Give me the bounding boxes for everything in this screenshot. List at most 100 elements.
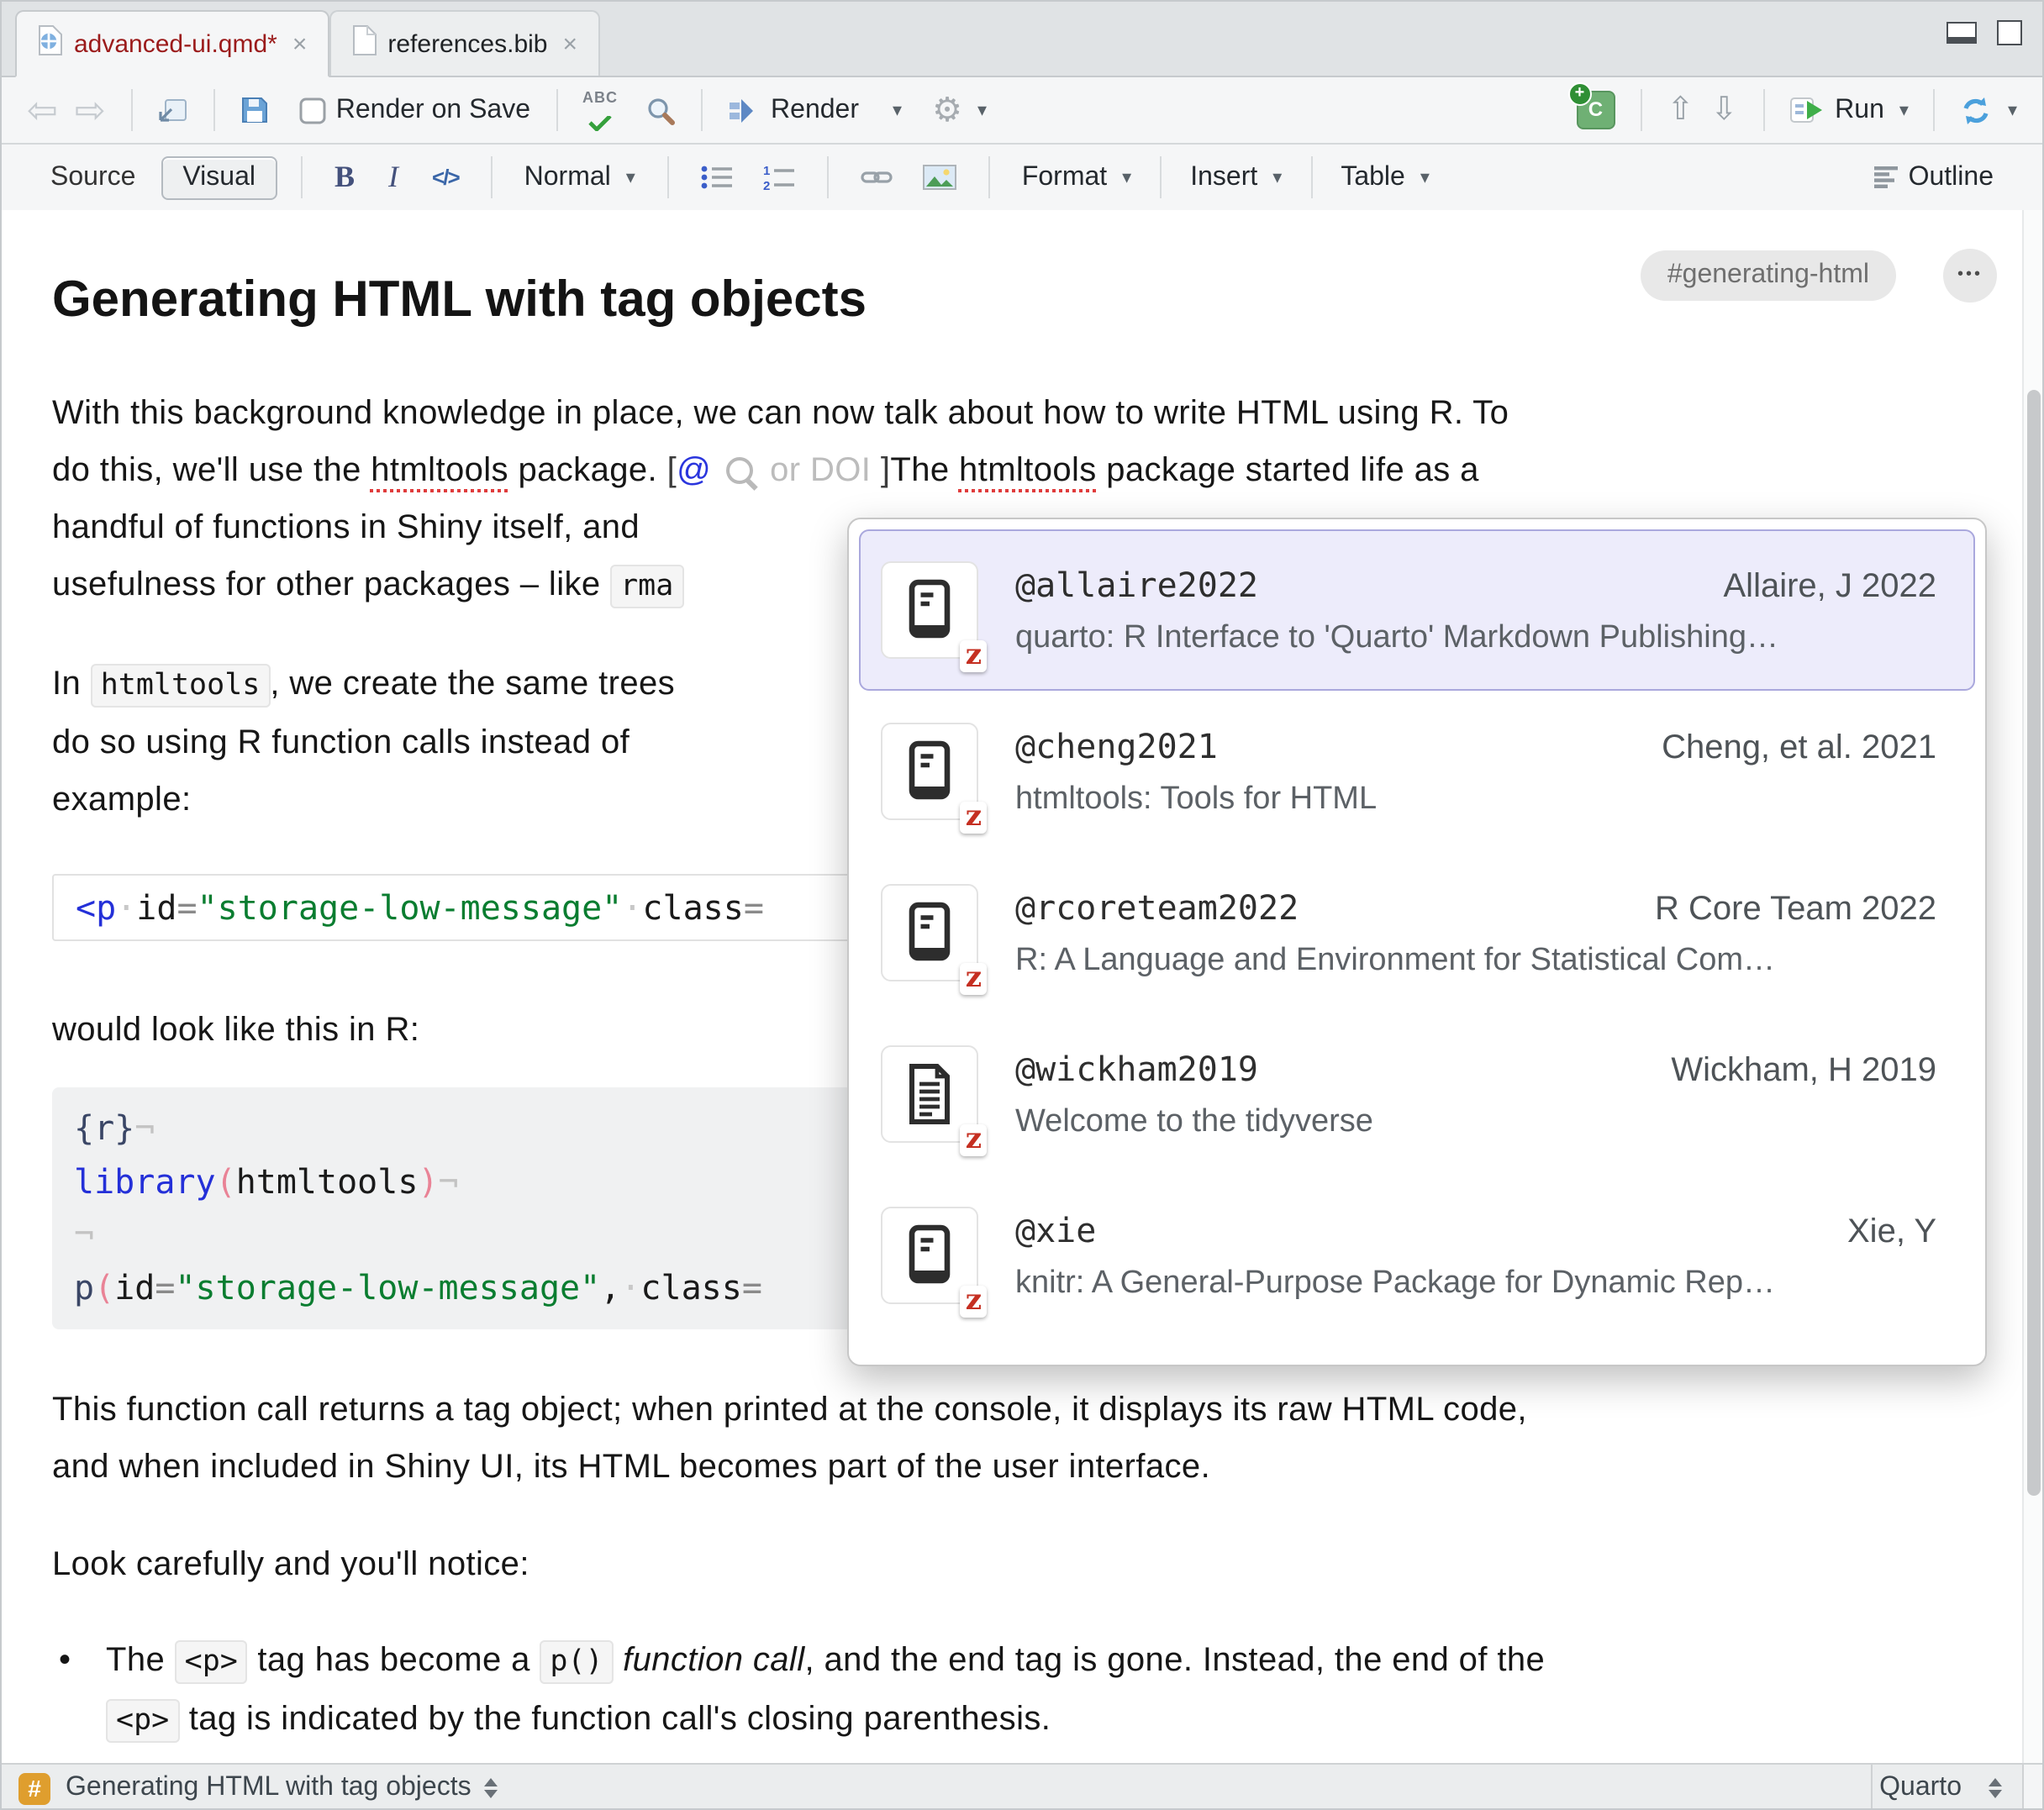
status-section-label[interactable]: Generating HTML with tag objects — [66, 1773, 471, 1803]
insert-chunk-icon: +C — [1576, 91, 1615, 129]
numbered-list-icon[interactable]: 12 — [755, 165, 803, 190]
rerun-button[interactable]: ▾ — [1952, 95, 2026, 125]
save-icon[interactable] — [232, 96, 277, 124]
render-options-button[interactable]: ⚙ ▾ — [924, 93, 995, 127]
citation-item[interactable]: z@wickham2019Wickham, H 2019Welcome to t… — [859, 1013, 1975, 1175]
close-icon[interactable]: × — [563, 29, 578, 58]
chevron-down-icon: ▾ — [1420, 166, 1430, 188]
close-icon[interactable]: × — [292, 29, 308, 58]
file-icon — [350, 25, 376, 62]
format-menu[interactable]: Format ▾ — [1014, 162, 1140, 192]
text-line: <p> tag is indicated by the function cal… — [106, 1691, 1545, 1749]
chevron-down-icon[interactable]: ▾ — [2008, 99, 2017, 121]
find-icon[interactable] — [636, 95, 683, 125]
run-button[interactable]: Run ▾ — [1781, 95, 1917, 125]
book-icon: z — [881, 561, 978, 659]
scrollbar-thumb[interactable] — [2027, 390, 2041, 1496]
svg-text:1: 1 — [763, 165, 770, 178]
dot-run: · — [622, 887, 642, 928]
maximize-icon[interactable] — [1997, 20, 2022, 45]
divider — [1640, 89, 1641, 131]
italic-icon[interactable]: I — [380, 160, 407, 195]
image-icon[interactable] — [914, 165, 965, 190]
k-run: id — [114, 1266, 155, 1307]
run-label: Run — [1835, 95, 1884, 125]
dot-run: · — [620, 1266, 640, 1307]
citation-item[interactable]: z@rcoreteam2022R Core Team 2022R: A Lang… — [859, 852, 1975, 1013]
text-run: example: — [52, 781, 192, 818]
outline-toggle[interactable]: Outline — [1867, 162, 2002, 192]
zotero-badge-icon: z — [961, 963, 987, 995]
chevron-down-icon[interactable]: ▾ — [977, 99, 987, 121]
source-mode-button[interactable]: Source — [42, 162, 144, 192]
divider — [301, 156, 303, 198]
gear-icon[interactable]: ⚙ — [932, 93, 962, 127]
back-icon[interactable]: ⇦ — [18, 92, 66, 129]
at-run: @ — [677, 452, 711, 489]
text-run: With this background knowledge in place,… — [52, 395, 1509, 432]
tab-references-bib[interactable]: references.bib × — [329, 10, 599, 76]
table-menu[interactable]: Table ▾ — [1332, 162, 1438, 192]
k-run: htmltools — [236, 1160, 419, 1201]
text-run: package. — [508, 452, 667, 489]
section-menu-button[interactable]: ••• — [1943, 249, 1997, 303]
bullet-text: The <p> tag has become a p() function ca… — [106, 1632, 1545, 1749]
insert-menu[interactable]: Insert ▾ — [1182, 162, 1290, 192]
text-line: The <p> tag has become a p() function ca… — [106, 1632, 1545, 1691]
text-line: This function call returns a tag object;… — [52, 1381, 2044, 1439]
citation-item[interactable]: z@allaire2022Allaire, J 2022quarto: R In… — [859, 529, 1975, 691]
link-icon[interactable] — [852, 168, 901, 187]
text-run: do this, we'll use the — [52, 452, 371, 489]
insert-chunk-button[interactable]: +C — [1567, 91, 1623, 129]
chevron-down-icon[interactable]: ▾ — [1899, 99, 1909, 121]
document-mode-select[interactable]: Quarto — [1871, 1765, 2022, 1810]
bullet-list-icon[interactable] — [693, 165, 741, 190]
zotero-badge-icon: z — [961, 640, 987, 672]
forward-icon[interactable]: ⇨ — [66, 92, 114, 129]
text-run: In — [52, 666, 91, 702]
citation-text: @xieXie, Yknitr: A General-Purpose Packa… — [1015, 1209, 1936, 1302]
bullet-item: • The <p> tag has become a p() function … — [52, 1632, 2044, 1749]
zotero-badge-icon: z — [961, 802, 987, 834]
mode-arrows-icon — [1989, 1778, 2002, 1798]
scrollbar-track[interactable] — [2022, 210, 2044, 1763]
window-controls — [1947, 20, 2022, 45]
minimize-icon[interactable] — [1947, 22, 1977, 44]
visual-mode-button[interactable]: Visual — [161, 155, 277, 199]
eol-run: ¬ — [439, 1160, 459, 1201]
paragraph: Look carefully and you'll notice: — [52, 1536, 2044, 1593]
spell-run: htmltools — [959, 452, 1097, 489]
chevron-down-icon[interactable]: ▾ — [893, 99, 902, 121]
inline-code-icon[interactable]: </> — [424, 165, 467, 190]
citation-text: @cheng2021Cheng, et al. 2021htmltools: T… — [1015, 725, 1936, 818]
i-run: function call — [623, 1642, 804, 1679]
paren-run: ( — [94, 1266, 114, 1307]
popout-icon[interactable] — [150, 97, 197, 123]
divider — [131, 89, 133, 131]
citation-author: Xie, Y — [1847, 1213, 1936, 1251]
divider — [1160, 156, 1162, 198]
citation-item[interactable]: z@xieXie, Yknitr: A General-Purpose Pack… — [859, 1175, 1975, 1336]
format-toolbar: Source Visual B I </> Normal ▾ 12 Format… — [2, 145, 2042, 212]
divider — [667, 156, 669, 198]
paragraph-style-select[interactable]: Normal ▾ — [516, 162, 644, 192]
section-nav-arrows-icon[interactable] — [485, 1778, 498, 1798]
op-run: = — [155, 1266, 175, 1307]
str-run: "storage-low-message" — [198, 887, 623, 928]
quarto-file-icon — [37, 25, 62, 62]
render-on-save-checkbox[interactable]: Render on Save — [291, 95, 539, 125]
citation-title: quarto: R Interface to 'Quarto' Markdown… — [1015, 619, 1936, 656]
bold-icon[interactable]: B — [326, 160, 363, 195]
op-run: = — [744, 887, 764, 928]
tab-advanced-ui-qmd[interactable]: advanced-ui.qmd* × — [15, 10, 329, 77]
spellcheck-icon[interactable]: ABC — [574, 90, 626, 130]
citation-item[interactable]: z @cheng2021Cheng, et al. 2021htmltools: … — [859, 691, 1975, 852]
svg-text:2: 2 — [763, 179, 770, 190]
text-run: The — [106, 1642, 175, 1679]
run-previous-icon[interactable]: ⇧ — [1658, 94, 1702, 126]
citation-title: knitr: A General-Purpose Package for Dyn… — [1015, 1265, 1936, 1302]
tab-title: references.bib — [387, 29, 547, 58]
run-next-icon[interactable]: ⇩ — [1702, 94, 1746, 126]
text-run: package started life as a — [1097, 452, 1479, 489]
render-button[interactable]: Render ▾ — [719, 95, 910, 125]
